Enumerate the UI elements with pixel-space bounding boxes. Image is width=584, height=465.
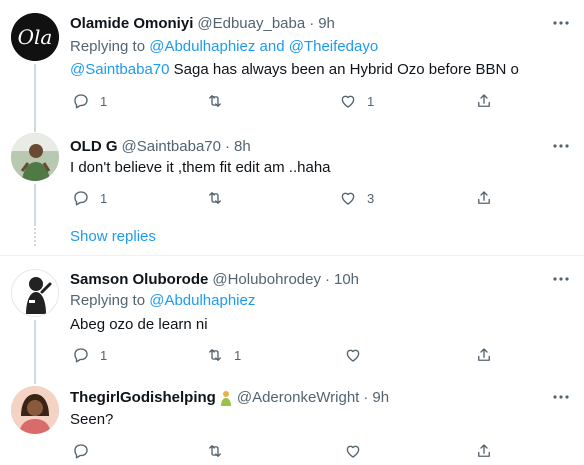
reply-count: 1: [100, 93, 108, 109]
share-icon: [478, 94, 490, 107]
timestamp[interactable]: 9h: [318, 15, 335, 32]
tweet-text: @Saintbaba70 Saga has always been an Hyb…: [70, 61, 519, 78]
retweet-button[interactable]: [206, 186, 234, 210]
more-icon[interactable]: [551, 271, 571, 287]
tweet-actions: 1 1: [62, 343, 522, 367]
display-name[interactable]: Olamide Omoniyi: [70, 15, 193, 32]
display-name[interactable]: Samson Oluborode: [70, 271, 208, 288]
timestamp[interactable]: 8h: [234, 138, 251, 155]
like-button[interactable]: 3: [339, 186, 374, 210]
share-button[interactable]: [475, 343, 493, 367]
user-handle[interactable]: @Holubohrodey: [212, 271, 321, 288]
more-icon[interactable]: [551, 15, 571, 31]
tweet-text: I don't believe it ,them fit edit am ..h…: [70, 159, 331, 176]
thread-line: [34, 378, 36, 384]
person-emoji-icon: [219, 390, 233, 406]
replying-to-users[interactable]: @Abdulhaphiez and @Theifedayo: [149, 38, 378, 55]
display-name[interactable]: ThegirlGodishelping: [70, 389, 216, 406]
thread-line: [34, 184, 36, 226]
share-button[interactable]: [475, 439, 493, 463]
replying-to: Replying to @Abdulhaphiez: [70, 292, 255, 309]
user-handle[interactable]: @Saintbaba70: [122, 138, 221, 155]
tweet-4[interactable]: ThegirlGodishelping @AderonkeWright · 9h…: [0, 378, 584, 465]
tweet-actions: 1 3: [62, 186, 522, 210]
tweet-header: Olamide Omoniyi @Edbuay_baba · 9h: [70, 13, 335, 33]
like-count: 3: [367, 190, 375, 206]
tweet-1[interactable]: Ola Olamide Omoniyi @Edbuay_baba · 9h Re…: [0, 0, 584, 124]
thread-dots: [34, 228, 36, 246]
tweet-header: OLD G @Saintbaba70 · 8h: [70, 136, 251, 156]
show-replies-link[interactable]: Show replies: [70, 228, 156, 245]
separator-dot: ·: [325, 270, 330, 288]
user-handle[interactable]: @Edbuay_baba: [197, 15, 305, 32]
replying-to: Replying to @Abdulhaphiez and @Theifeday…: [70, 38, 378, 55]
retweet-count: 1: [234, 347, 242, 363]
share-icon: [478, 444, 490, 457]
tweet-actions: 1 1: [62, 89, 522, 113]
reply-button[interactable]: 1: [72, 186, 107, 210]
share-icon: [478, 191, 490, 204]
retweet-icon: [209, 349, 221, 361]
share-button[interactable]: [475, 89, 493, 113]
mention-link[interactable]: @Saintbaba70: [70, 61, 169, 78]
retweet-button[interactable]: [206, 89, 234, 113]
like-button[interactable]: 1: [339, 89, 374, 113]
tweet-2[interactable]: OLD G @Saintbaba70 · 8h I don't believe …: [0, 120, 584, 255]
avatar[interactable]: Ola: [11, 13, 59, 61]
avatar[interactable]: [11, 386, 59, 434]
user-handle[interactable]: @AderonkeWright: [237, 389, 360, 406]
reply-button[interactable]: 1: [72, 343, 107, 367]
avatar[interactable]: [11, 133, 59, 181]
more-icon[interactable]: [551, 138, 571, 154]
retweet-button[interactable]: [206, 439, 234, 463]
reply-button[interactable]: 1: [72, 89, 107, 113]
like-icon: [341, 95, 355, 108]
like-icon: [341, 192, 355, 205]
reply-icon: [74, 348, 88, 363]
separator-dot: ·: [309, 14, 315, 32]
tweet-text-content: Saga has always been an Hybrid Ozo befor…: [169, 61, 519, 78]
thread-line: [34, 120, 36, 132]
thread-line: [34, 320, 36, 378]
tweet-actions: [62, 439, 522, 463]
like-icon: [346, 445, 360, 458]
like-count: 1: [367, 93, 375, 109]
replying-to-users[interactable]: @Abdulhaphiez: [149, 292, 255, 309]
reply-count: 1: [100, 347, 108, 363]
reply-icon: [74, 444, 88, 459]
more-icon[interactable]: [551, 389, 571, 405]
replying-to-prefix: Replying to: [70, 38, 146, 55]
tweet-header: Samson Oluborode @Holubohrodey · 10h: [70, 269, 359, 289]
reply-icon: [74, 191, 88, 206]
tweet-text: Seen?: [70, 411, 114, 428]
display-name[interactable]: OLD G: [70, 138, 118, 155]
retweet-icon: [209, 445, 221, 457]
reply-button[interactable]: [72, 439, 100, 463]
tweet-3[interactable]: Samson Oluborode @Holubohrodey · 10h Rep…: [0, 256, 584, 378]
tweet-header: ThegirlGodishelping @AderonkeWright · 9h: [70, 387, 389, 407]
reply-count: 1: [100, 190, 108, 206]
replying-to-prefix: Replying to: [70, 292, 146, 309]
avatar[interactable]: [11, 269, 59, 317]
thread-line: [34, 64, 36, 124]
like-button[interactable]: [344, 343, 372, 367]
separator-dot: ·: [224, 137, 230, 155]
like-button[interactable]: [344, 439, 372, 463]
reply-icon: [74, 94, 88, 109]
separator-dot: ·: [363, 388, 369, 406]
share-icon: [478, 348, 490, 361]
share-button[interactable]: [475, 186, 493, 210]
retweet-icon: [209, 95, 221, 107]
retweet-button[interactable]: 1: [206, 343, 241, 367]
timestamp[interactable]: 10h: [334, 271, 359, 288]
timestamp[interactable]: 9h: [372, 389, 389, 406]
avatar-logo-text: Ola: [18, 25, 53, 49]
like-icon: [346, 349, 360, 362]
tweet-text: Abeg ozo de learn ni: [70, 316, 208, 333]
retweet-icon: [209, 192, 221, 204]
